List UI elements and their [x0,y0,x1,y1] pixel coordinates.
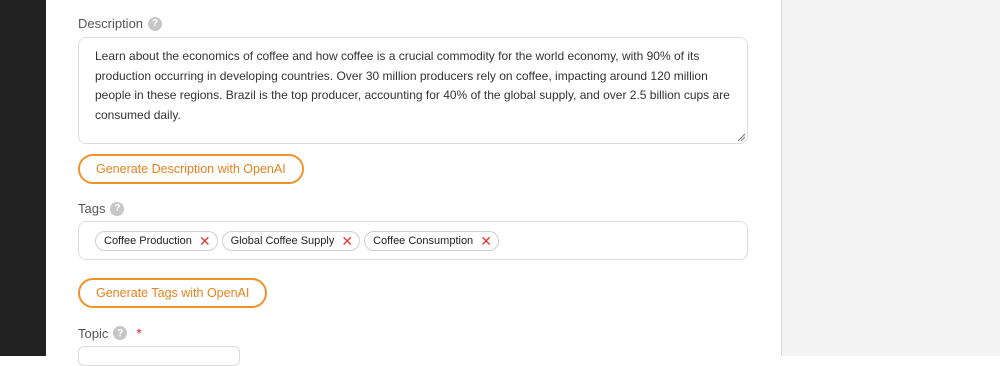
generate-tags-button[interactable]: Generate Tags with OpenAI [78,278,268,308]
right-panel [781,0,1000,356]
topic-label: Topic [78,325,109,341]
tag-label: Coffee Production [104,234,192,247]
left-sidebar [0,0,46,356]
x-icon[interactable]: ✕ [480,234,492,248]
help-icon[interactable]: ? [113,326,128,340]
tag-chip: Global Coffee Supply ✕ [221,230,361,251]
description-text: Learn about the economics of coffee and … [95,49,730,122]
resize-grip-icon[interactable] [737,133,745,141]
tags-label-row: Tags ? [78,201,125,216]
tags-label: Tags [78,201,106,216]
x-icon[interactable]: ✕ [341,234,353,248]
topic-select[interactable] [78,346,240,366]
tag-chip: Coffee Production ✕ [95,230,218,251]
tags-input[interactable]: Coffee Production ✕ Global Coffee Supply… [78,221,748,260]
x-icon[interactable]: ✕ [199,234,211,248]
description-label-row: Description ? [78,16,163,31]
form-main: Description ? Learn about the economics … [46,0,781,366]
help-icon[interactable]: ? [110,201,125,216]
tag-chip: Coffee Consumption ✕ [364,230,499,251]
generate-description-button[interactable]: Generate Description with OpenAI [78,154,304,184]
description-label: Description [78,16,144,31]
tag-label: Global Coffee Supply [230,234,335,247]
description-textarea[interactable]: Learn about the economics of coffee and … [78,37,748,144]
tag-label: Coffee Consumption [373,234,474,247]
required-marker: * [136,325,142,341]
topic-label-row: Topic ? * [78,325,142,341]
help-icon[interactable]: ? [148,16,163,31]
